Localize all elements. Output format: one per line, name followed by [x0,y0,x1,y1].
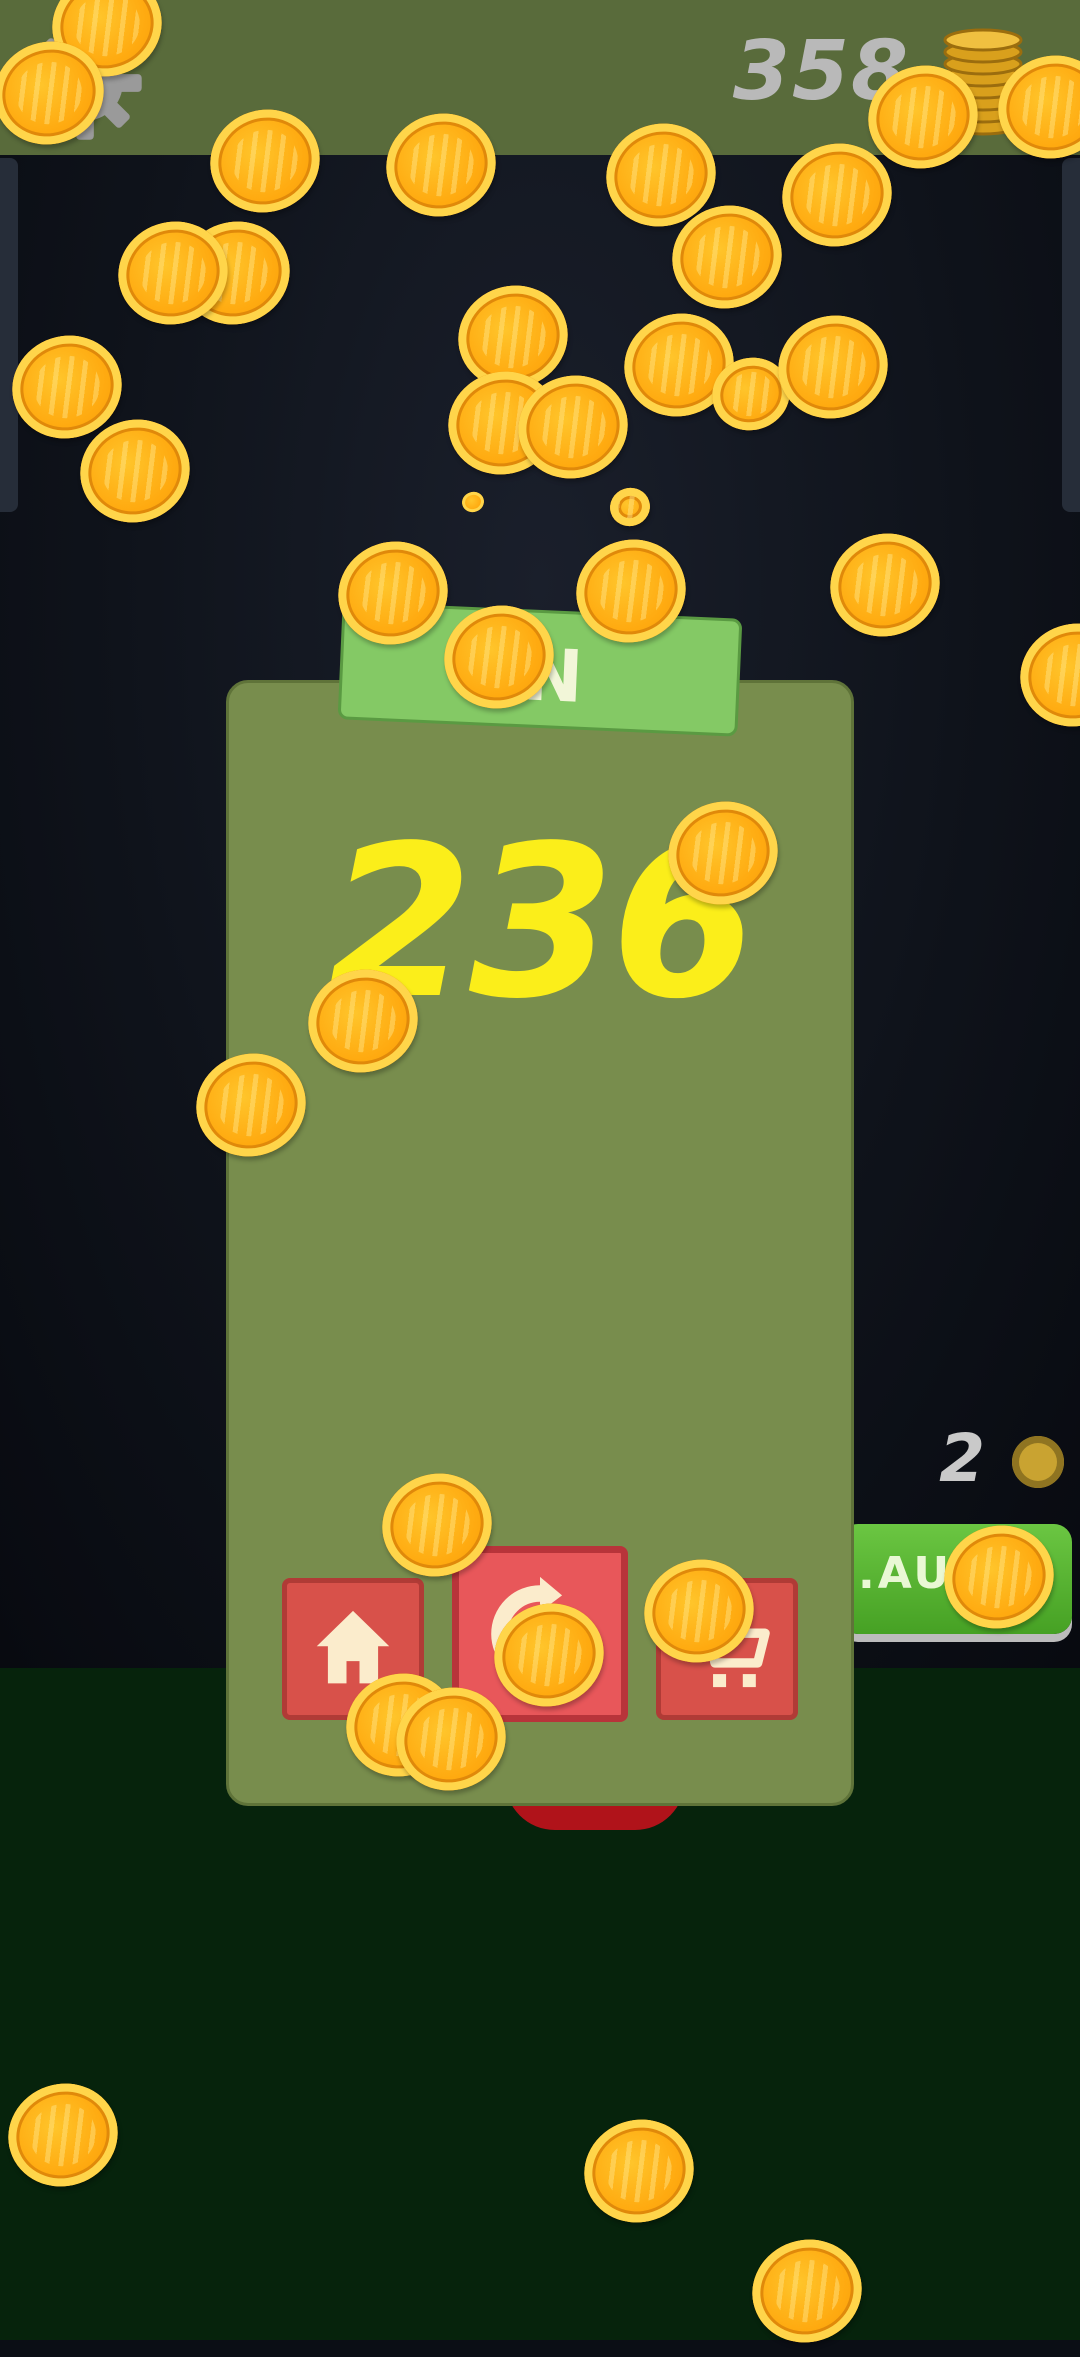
coin-stack-icon [943,28,1023,136]
replay-icon [491,1576,589,1683]
auto-button[interactable]: .AU [840,1524,1072,1634]
win-ribbon: IN [337,601,743,737]
top-bar: 358 [0,0,1080,155]
left-rail [0,158,18,512]
home-button[interactable] [282,1578,424,1720]
win-ribbon-label: IN [492,631,588,719]
coin-icon [1012,1436,1064,1488]
shop-button[interactable] [656,1578,798,1720]
home-icon [316,1610,390,1684]
auto-button-label: .AU [858,1548,953,1599]
side-coin-counter: 2 [939,1420,985,1497]
gear-icon[interactable] [22,20,148,146]
replay-button[interactable] [452,1546,628,1722]
right-rail [1062,158,1080,512]
coin-balance: 358 [732,24,910,119]
cart-icon [688,1615,770,1688]
win-amount: 236 [326,800,757,1045]
